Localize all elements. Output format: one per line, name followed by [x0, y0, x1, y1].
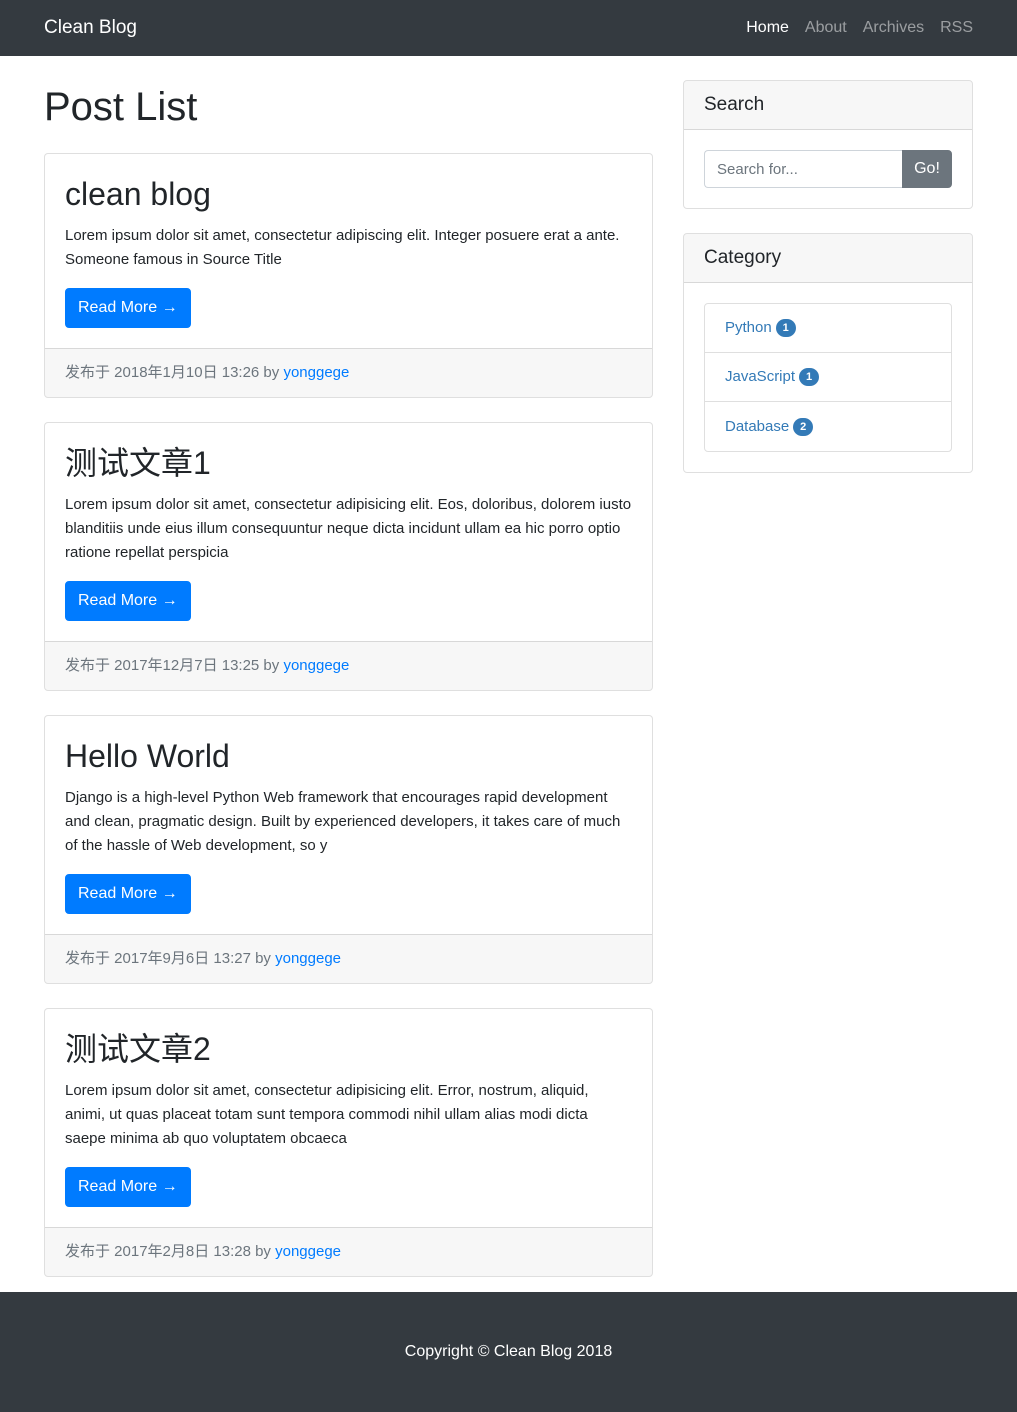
category-list: Python 1 JavaScript 1 Database 2 — [704, 303, 952, 452]
main-layout: Post List clean blog Lorem ipsum dolor s… — [44, 56, 973, 1301]
post-card: 测试文章1 Lorem ipsum dolor sit amet, consec… — [44, 422, 653, 691]
read-more-button[interactable]: Read More → — [65, 1167, 191, 1207]
post-meta: 发布于 2017年12月7日 13:25 by yonggege — [45, 641, 652, 690]
category-count-badge: 2 — [793, 417, 814, 436]
footer: Copyright © Clean Blog 2018 — [0, 1292, 1017, 1412]
category-count-badge: 1 — [799, 368, 820, 386]
read-more-button[interactable]: Read More → — [65, 581, 191, 621]
copyright-text: Copyright © Clean Blog 2018 — [404, 1343, 613, 1360]
category-widget: Category Python 1 JavaScript 1 Database … — [683, 233, 973, 473]
post-meta: 发布于 2017年9月6日 13:27 by yonggege — [45, 934, 652, 983]
author-link[interactable]: yonggege — [275, 1243, 341, 1260]
search-widget: Search Go! — [683, 80, 973, 209]
author-link[interactable]: yonggege — [283, 657, 349, 674]
post-card-body: clean blog Lorem ipsum dolor sit amet, c… — [45, 154, 652, 348]
nav-links: Home About Archives RSS — [746, 19, 973, 37]
nav-link-about[interactable]: About — [805, 19, 847, 37]
category-link[interactable]: Python — [725, 316, 772, 340]
category-item-python: Python 1 — [705, 304, 951, 353]
sidebar: Search Go! Category Python 1 JavaScript — [683, 56, 973, 1301]
category-item-javascript: JavaScript 1 — [705, 353, 951, 402]
category-count-badge: 1 — [775, 319, 796, 337]
read-more-button[interactable]: Read More → — [65, 288, 191, 328]
search-widget-title: Search — [684, 81, 972, 130]
post-excerpt: Lorem ipsum dolor sit amet, consectetur … — [65, 496, 632, 561]
post-meta: 发布于 2018年1月10日 13:26 by yonggege — [45, 348, 652, 397]
post-date: 发布于 2017年2月8日 13:28 by — [65, 1243, 276, 1260]
post-title: clean blog — [65, 176, 211, 212]
post-card-body: 测试文章2 Lorem ipsum dolor sit amet, consec… — [45, 1009, 652, 1227]
post-meta: 发布于 2017年2月8日 13:28 by yonggege — [45, 1227, 652, 1276]
post-excerpt: Django is a high-level Python Web framew… — [65, 789, 621, 854]
author-link[interactable]: yonggege — [275, 950, 341, 967]
post-list: Post List clean blog Lorem ipsum dolor s… — [44, 56, 653, 1301]
category-link[interactable]: JavaScript — [725, 365, 795, 389]
post-date: 发布于 2017年12月7日 13:25 by — [65, 657, 284, 674]
post-date: 发布于 2018年1月10日 13:26 by — [65, 364, 284, 381]
navbar: Clean Blog Home About Archives RSS — [0, 0, 1017, 56]
nav-link-archives[interactable]: Archives — [863, 19, 924, 37]
post-card-body: 测试文章1 Lorem ipsum dolor sit amet, consec… — [45, 423, 652, 641]
search-widget-body: Go! — [684, 130, 972, 208]
page-title: Post List — [44, 85, 198, 129]
post-card: clean blog Lorem ipsum dolor sit amet, c… — [44, 153, 653, 398]
brand-link[interactable]: Clean Blog — [44, 17, 137, 39]
post-card: Hello World Django is a high-level Pytho… — [44, 715, 653, 984]
category-widget-title: Category — [684, 234, 972, 283]
category-item-database: Database 2 — [705, 402, 951, 451]
author-link[interactable]: yonggege — [283, 364, 349, 381]
post-card-body: Hello World Django is a high-level Pytho… — [45, 716, 652, 934]
post-date: 发布于 2017年9月6日 13:27 by — [65, 950, 276, 967]
post-title: 测试文章2 — [65, 1031, 211, 1067]
nav-link-rss[interactable]: RSS — [940, 19, 973, 37]
search-go-button[interactable]: Go! — [902, 150, 952, 188]
post-title: Hello World — [65, 738, 230, 774]
category-widget-body: Python 1 JavaScript 1 Database 2 — [684, 283, 972, 472]
post-excerpt: Lorem ipsum dolor sit amet, consectetur … — [65, 1082, 589, 1147]
read-more-button[interactable]: Read More → — [65, 874, 191, 914]
post-excerpt: Lorem ipsum dolor sit amet, consectetur … — [65, 227, 620, 268]
post-card: 测试文章2 Lorem ipsum dolor sit amet, consec… — [44, 1008, 653, 1277]
search-input[interactable] — [704, 150, 902, 188]
search-group: Go! — [704, 150, 952, 188]
nav-link-home[interactable]: Home — [746, 19, 789, 37]
category-link[interactable]: Database — [725, 415, 789, 439]
post-title: 测试文章1 — [65, 445, 211, 481]
